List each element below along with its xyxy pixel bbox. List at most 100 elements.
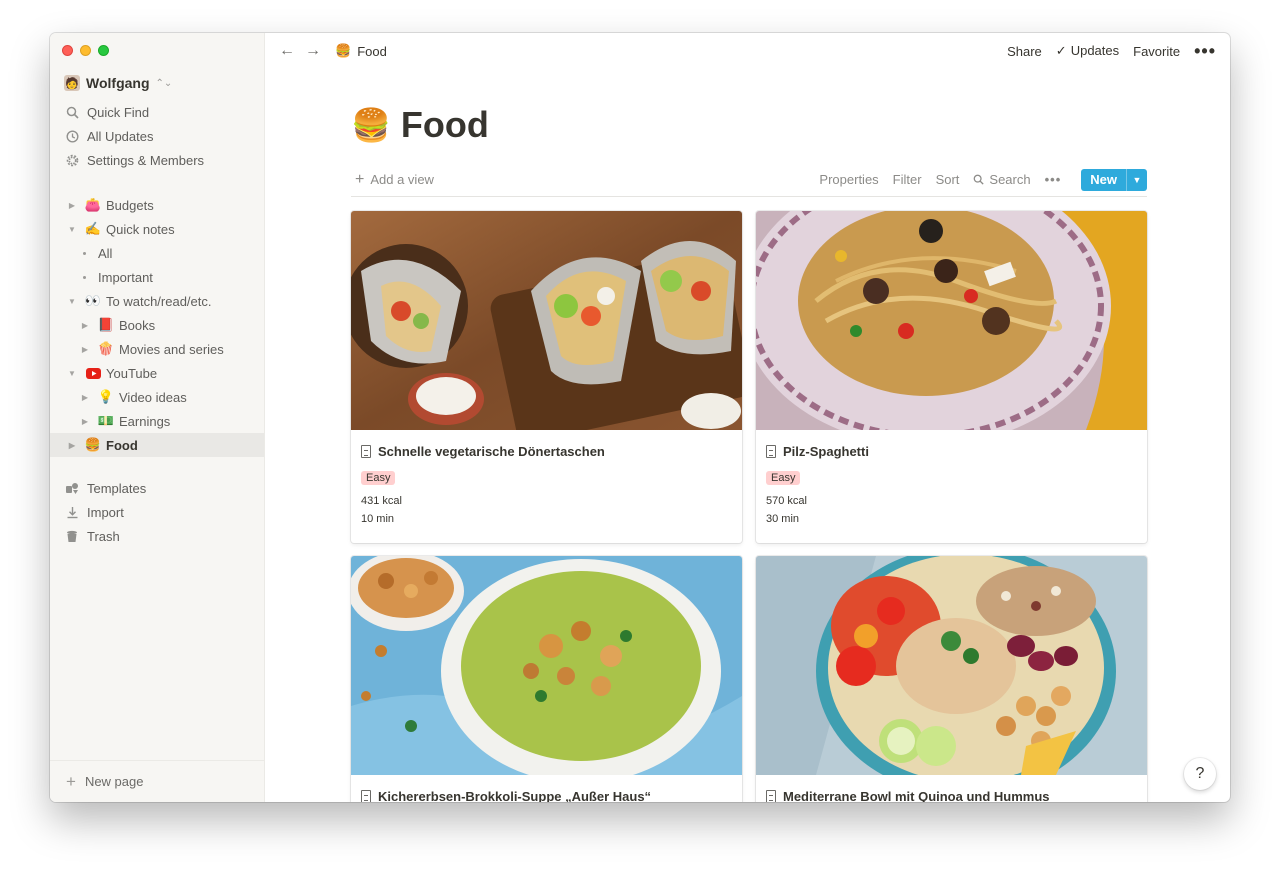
favorite-button[interactable]: Favorite	[1133, 44, 1180, 59]
triangle-right-icon[interactable]: ▶	[79, 417, 91, 426]
all-updates-label: All Updates	[87, 128, 154, 144]
triangle-down-icon[interactable]: ▼	[66, 297, 78, 306]
more-icon[interactable]: •••	[1045, 172, 1062, 187]
plus-icon: +	[355, 170, 365, 188]
updates-button[interactable]: ✓ Updates	[1056, 43, 1119, 59]
add-view-button[interactable]: + Add a view	[351, 171, 434, 189]
arrow-left-icon[interactable]: ←	[279, 42, 295, 60]
all-updates-item[interactable]: All Updates	[50, 124, 264, 148]
page-tree: ▶ 👛 Budgets ▼ ✍️ Quick notes All Importa…	[50, 193, 264, 457]
templates-label: Templates	[87, 480, 147, 496]
app-window: 🧑 Wolfgang ⌃⌄ Quick Find All Updates Set…	[50, 33, 1230, 802]
sidebar: 🧑 Wolfgang ⌃⌄ Quick Find All Updates Set…	[50, 33, 265, 802]
triangle-right-icon[interactable]: ▶	[66, 201, 78, 210]
card-cover-image	[351, 211, 742, 430]
triangle-down-icon[interactable]: ▼	[66, 225, 78, 234]
burger-icon: 🍔	[84, 437, 102, 452]
gallery-card[interactable]: Kichererbsen-Brokkoli-Suppe „Außer Haus“	[351, 556, 742, 802]
plus-icon: +	[66, 771, 76, 791]
money-icon: 💵	[97, 413, 115, 428]
chevron-down-icon[interactable]: ▼	[1126, 168, 1147, 191]
new-button-label[interactable]: New	[1081, 169, 1126, 191]
updates-label: Updates	[1070, 43, 1120, 58]
zoom-window-button[interactable]	[98, 45, 109, 56]
card-cover-image	[351, 556, 742, 775]
page-icon	[766, 445, 776, 458]
sidebar-item-books[interactable]: ▶ 📕 Books	[50, 313, 264, 337]
sidebar-item-important[interactable]: Important	[50, 265, 264, 289]
sidebar-item-all[interactable]: All	[50, 241, 264, 265]
sidebar-item-label: To watch/read/etc.	[106, 293, 212, 309]
filter-button[interactable]: Filter	[893, 172, 922, 187]
import-label: Import	[87, 504, 124, 520]
workspace-switcher[interactable]: 🧑 Wolfgang ⌃⌄	[64, 75, 172, 91]
triangle-down-icon[interactable]: ▼	[66, 369, 78, 378]
trash-icon	[65, 529, 79, 543]
card-spacer	[756, 528, 1147, 543]
workspace-avatar: 🧑	[64, 75, 80, 91]
calories-value: 431 kcal	[361, 495, 402, 507]
breadcrumb[interactable]: 🍔 Food	[335, 43, 387, 59]
more-icon[interactable]: •••	[1194, 42, 1216, 60]
triangle-right-icon[interactable]: ▶	[66, 441, 78, 450]
bullet-icon	[83, 251, 86, 255]
card-spacer	[351, 528, 742, 543]
page-title-text[interactable]: Food	[401, 104, 489, 146]
triangle-right-icon[interactable]: ▶	[79, 321, 91, 330]
search-icon	[65, 105, 79, 119]
sidebar-item-food[interactable]: ▶ 🍔 Food	[50, 433, 264, 457]
triangle-right-icon[interactable]: ▶	[79, 393, 91, 402]
sidebar-item-label: All	[98, 245, 113, 261]
page-icon	[766, 790, 776, 802]
import-icon	[65, 505, 79, 519]
templates-item[interactable]: Templates	[50, 476, 264, 500]
gallery: Schnelle vegetarische Dönertaschen Easy …	[351, 211, 1147, 802]
page-title[interactable]: 🍔 Food	[351, 103, 1147, 147]
burger-icon[interactable]: 🍔	[351, 106, 391, 144]
settings-members-item[interactable]: Settings & Members	[50, 148, 264, 172]
trash-item[interactable]: Trash	[50, 524, 264, 548]
chevron-updown-icon: ⌃⌄	[155, 77, 173, 89]
sidebar-item-to-watch[interactable]: ▼ 👀 To watch/read/etc.	[50, 289, 264, 313]
gallery-card[interactable]: Pilz-Spaghetti Easy 570 kcal 30 min	[756, 211, 1147, 543]
help-button[interactable]: ?	[1184, 758, 1216, 790]
gallery-card[interactable]: Mediterrane Bowl mit Quinoa und Hummus	[756, 556, 1147, 802]
arrow-right-icon[interactable]: →	[305, 42, 321, 60]
sidebar-item-video-ideas[interactable]: ▶ 💡 Video ideas	[50, 385, 264, 409]
search-button[interactable]: Search	[973, 172, 1031, 187]
calories-value: 570 kcal	[766, 495, 807, 507]
book-icon: 📕	[97, 317, 115, 332]
quick-find-item[interactable]: Quick Find	[50, 100, 264, 124]
sort-button[interactable]: Sort	[936, 172, 960, 187]
sidebar-item-youtube[interactable]: ▼ YouTube	[50, 361, 264, 385]
youtube-icon	[84, 367, 102, 379]
card-cover-image	[756, 211, 1147, 430]
card-title[interactable]: Pilz-Spaghetti	[756, 430, 1147, 464]
breadcrumb-label: Food	[357, 43, 387, 59]
new-page-button[interactable]: + New page	[50, 760, 264, 802]
sidebar-item-quick-notes[interactable]: ▼ ✍️ Quick notes	[50, 217, 264, 241]
card-title[interactable]: Schnelle vegetarische Dönertaschen	[351, 430, 742, 464]
minimize-window-button[interactable]	[80, 45, 91, 56]
sidebar-item-movies[interactable]: ▶ 🍿 Movies and series	[50, 337, 264, 361]
card-title[interactable]: Kichererbsen-Brokkoli-Suppe „Außer Haus“	[351, 775, 742, 802]
properties-button[interactable]: Properties	[819, 172, 878, 187]
page-icon	[361, 445, 371, 458]
topbar-actions: Share ✓ Updates Favorite •••	[1007, 42, 1216, 60]
topbar: ← → 🍔 Food Share ✓ Updates Favorite •••	[265, 33, 1230, 69]
close-window-button[interactable]	[62, 45, 73, 56]
gallery-card[interactable]: Schnelle vegetarische Dönertaschen Easy …	[351, 211, 742, 543]
sidebar-item-label: YouTube	[106, 365, 158, 381]
triangle-right-icon[interactable]: ▶	[79, 345, 91, 354]
card-title[interactable]: Mediterrane Bowl mit Quinoa und Hummus	[756, 775, 1147, 802]
templates-icon	[65, 481, 79, 495]
new-button[interactable]: New ▼	[1081, 168, 1147, 191]
sidebar-item-earnings[interactable]: ▶ 💵 Earnings	[50, 409, 264, 433]
sidebar-item-label: Quick notes	[106, 221, 175, 237]
burger-icon: 🍔	[335, 43, 352, 58]
sidebar-item-budgets[interactable]: ▶ 👛 Budgets	[50, 193, 264, 217]
share-button[interactable]: Share	[1007, 44, 1042, 59]
bullet-icon	[83, 275, 86, 279]
import-item[interactable]: Import	[50, 500, 264, 524]
card-title-text: Pilz-Spaghetti	[783, 444, 869, 459]
